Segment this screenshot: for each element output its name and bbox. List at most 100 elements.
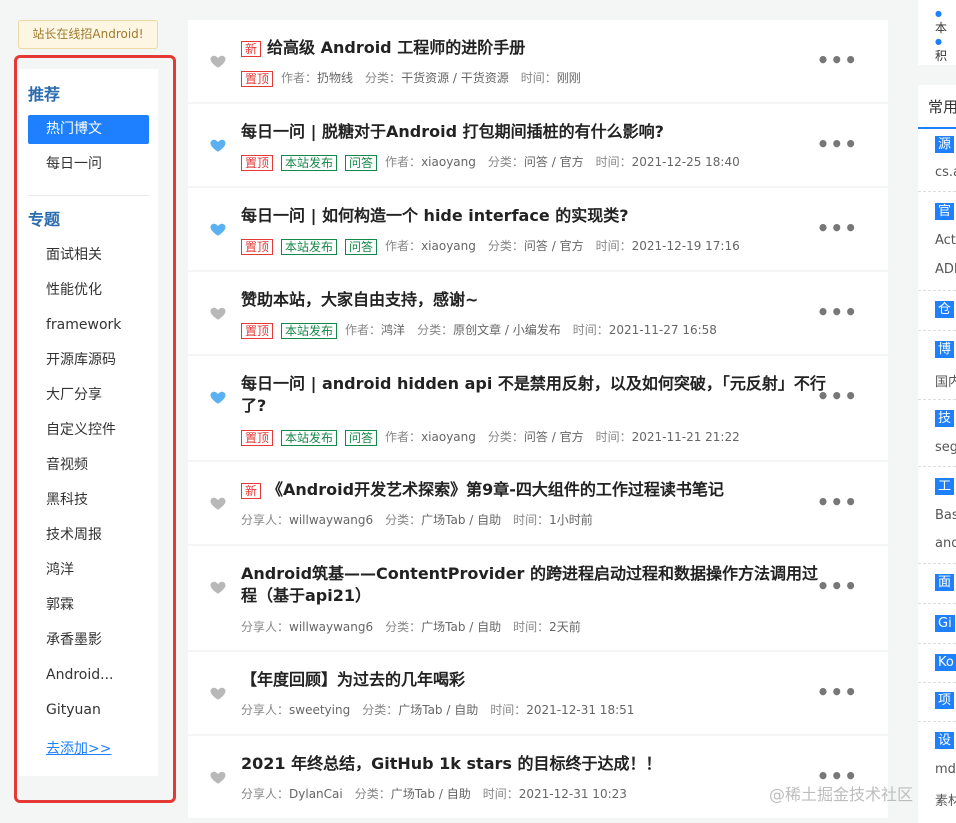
sidebar-item-weekly[interactable]: 技术周报 — [28, 521, 149, 550]
right-top-item[interactable]: 本 — [935, 5, 956, 36]
post-meta: 分享人：sweetying 分类：广场Tab / 自助 时间：2021-12-31 … — [241, 703, 635, 717]
link-item[interactable]: ADI — [935, 262, 956, 277]
more-icon[interactable]: ••• — [817, 384, 858, 408]
post-item[interactable]: 每日一问 | 脱糖对于Android 打包期间插桩的有什么影响? 置顶 本站发布问… — [188, 104, 888, 186]
heart-icon[interactable] — [209, 136, 227, 154]
link-category[interactable]: 设 — [935, 732, 955, 749]
separator — [918, 643, 956, 644]
link-item[interactable]: and — [935, 536, 956, 551]
tag-site-post: 本站发布 — [281, 238, 338, 255]
sidebar-item-big-company[interactable]: 大厂分享 — [28, 381, 149, 410]
post-item[interactable]: Android筑基——ContentProvider 的跨进程启动过程和数据操作… — [188, 546, 888, 650]
more-icon[interactable]: ••• — [817, 490, 858, 514]
tag-site-post: 本站发布 — [281, 322, 338, 339]
link-item[interactable]: cs.a — [935, 165, 956, 180]
post-meta: 置顶 本站发布 问答 作者：xiaoyang 分类：问答 / 官方 时间：2021-12-… — [241, 238, 740, 255]
heart-icon[interactable] — [209, 684, 227, 702]
separator — [918, 191, 956, 192]
post-meta: 置顶 作者：扔物线 分类：干货资源 / 干货资源 时间：刚刚 — [241, 70, 581, 87]
post-title[interactable]: 新《Android开发艺术探索》第9章-四大组件的工作过程读书笔记 — [241, 479, 831, 501]
post-item[interactable]: 赞助本站，大家自由支持，感谢~ 置顶 本站发布 作者：鸿洋 分类：原创文章 / 小编发… — [188, 272, 888, 354]
tag-pinned: 置顶 — [241, 429, 274, 446]
link-item[interactable]: Act — [935, 233, 956, 248]
post-title[interactable]: Android筑基——ContentProvider 的跨进程启动过程和数据操作… — [241, 563, 831, 607]
sidebar-item-guolin[interactable]: 郭霖 — [28, 591, 149, 620]
link-item[interactable]: 国内 — [935, 371, 956, 390]
link-item[interactable]: md — [935, 762, 956, 777]
section-title-recommend: 推荐 — [28, 85, 61, 104]
post-item[interactable]: 每日一问 | 如何构造一个 hide interface 的实现类? 置顶 本站发… — [188, 188, 888, 270]
tag-qa: 问答 — [345, 238, 378, 255]
post-item[interactable]: 每日一问 | android hidden api 不是禁用反射，以及如何突破，… — [188, 356, 888, 460]
sidebar-item-open-source[interactable]: 开源库源码 — [28, 346, 149, 375]
sidebar-item-gityuan[interactable]: Gityuan — [28, 696, 149, 725]
post-title[interactable]: 每日一问 | 如何构造一个 hide interface 的实现类? — [241, 205, 831, 227]
post-meta: 置顶 本站发布 问答 作者：xiaoyang 分类：问答 / 官方 时间：2021-11-… — [241, 429, 740, 446]
panel-title-underline — [918, 127, 956, 129]
heart-icon[interactable] — [209, 304, 227, 322]
link-item[interactable]: seg — [935, 440, 956, 455]
sidebar-item-black-tech[interactable]: 黑科技 — [28, 486, 149, 515]
sidebar-item-hongyang[interactable]: 鸿洋 — [28, 556, 149, 585]
sidebar-item-framework[interactable]: framework — [28, 311, 149, 340]
link-category[interactable]: 项 — [935, 692, 955, 709]
link-item[interactable]: Bas — [935, 508, 956, 523]
link-category[interactable]: Ko — [935, 654, 956, 671]
sidebar-item-chengxiang[interactable]: 承香墨影 — [28, 626, 149, 655]
post-title[interactable]: 新给高级 Android 工程师的进阶手册 — [241, 37, 831, 59]
heart-icon[interactable] — [209, 220, 227, 238]
tag-site-post: 本站发布 — [281, 429, 338, 446]
more-icon[interactable]: ••• — [817, 216, 858, 240]
left-sidebar: 推荐 热门博文 每日一问 专题 面试相关 性能优化 framework 开源库源… — [19, 69, 158, 776]
post-title[interactable]: 【年度回顾】为过去的几年喝彩 — [241, 669, 831, 691]
panel-title: 常用 — [928, 98, 956, 116]
tag-qa: 问答 — [345, 154, 378, 171]
post-item[interactable]: 【年度回顾】为过去的几年喝彩 分享人：sweetying 分类：广场Tab / 自… — [188, 652, 888, 734]
tag-pinned: 置顶 — [241, 70, 274, 87]
link-item[interactable]: 素材 — [935, 790, 956, 809]
post-item[interactable]: 2021 年终总结，GitHub 1k stars 的目标终于达成！！ 分享人：… — [188, 736, 888, 818]
tag-pinned: 置顶 — [241, 154, 274, 171]
more-icon[interactable]: ••• — [817, 574, 858, 598]
sidebar-item-daily-question[interactable]: 每日一问 — [28, 150, 149, 179]
sidebar-item-android[interactable]: Android... — [28, 661, 149, 690]
sidebar-item-hot-posts[interactable]: 热门博文 — [28, 115, 149, 144]
section-title-topics: 专题 — [28, 210, 61, 229]
link-category[interactable]: 技 — [935, 410, 955, 427]
link-category[interactable]: 面 — [935, 574, 955, 591]
watermark: @稀土掘金技术社区 — [769, 785, 914, 804]
more-icon[interactable]: ••• — [817, 48, 858, 72]
more-icon[interactable]: ••• — [817, 132, 858, 156]
sidebar-item-audio-video[interactable]: 音视频 — [28, 451, 149, 480]
recruit-banner[interactable]: 站长在线招Android! — [18, 20, 158, 49]
post-item[interactable]: 新《Android开发艺术探索》第9章-四大组件的工作过程读书笔记 分享人：wi… — [188, 462, 888, 544]
heart-icon[interactable] — [209, 768, 227, 786]
separator — [918, 330, 956, 331]
sidebar-item-interview[interactable]: 面试相关 — [28, 241, 149, 270]
more-icon[interactable]: ••• — [817, 680, 858, 704]
tag-pinned: 置顶 — [241, 322, 274, 339]
separator — [918, 682, 956, 683]
link-category[interactable]: Gi — [935, 615, 955, 632]
heart-icon[interactable] — [209, 494, 227, 512]
link-category[interactable]: 工 — [935, 478, 955, 495]
post-title[interactable]: 赞助本站，大家自由支持，感谢~ — [241, 289, 831, 311]
link-category[interactable]: 博 — [935, 341, 955, 358]
sidebar-item-performance[interactable]: 性能优化 — [28, 276, 149, 305]
post-title[interactable]: 2021 年终总结，GitHub 1k stars 的目标终于达成！！ — [241, 753, 831, 775]
tag-qa: 问答 — [345, 429, 378, 446]
add-topic-link[interactable]: 去添加>> — [46, 738, 111, 758]
separator — [918, 563, 956, 564]
right-top-item[interactable]: 积 — [935, 33, 956, 64]
post-title[interactable]: 每日一问 | android hidden api 不是禁用反射，以及如何突破，… — [241, 373, 831, 417]
link-category[interactable]: 源 — [935, 136, 955, 153]
link-category[interactable]: 仓 — [935, 301, 955, 318]
more-icon[interactable]: ••• — [817, 300, 858, 324]
heart-icon[interactable] — [209, 388, 227, 406]
link-category[interactable]: 官 — [935, 203, 955, 220]
post-item[interactable]: 新给高级 Android 工程师的进阶手册 置顶 作者：扔物线 分类：干货资源 / … — [188, 20, 888, 102]
heart-icon[interactable] — [209, 52, 227, 70]
post-title[interactable]: 每日一问 | 脱糖对于Android 打包期间插桩的有什么影响? — [241, 121, 831, 143]
heart-icon[interactable] — [209, 578, 227, 596]
sidebar-item-custom-view[interactable]: 自定义控件 — [28, 416, 149, 445]
